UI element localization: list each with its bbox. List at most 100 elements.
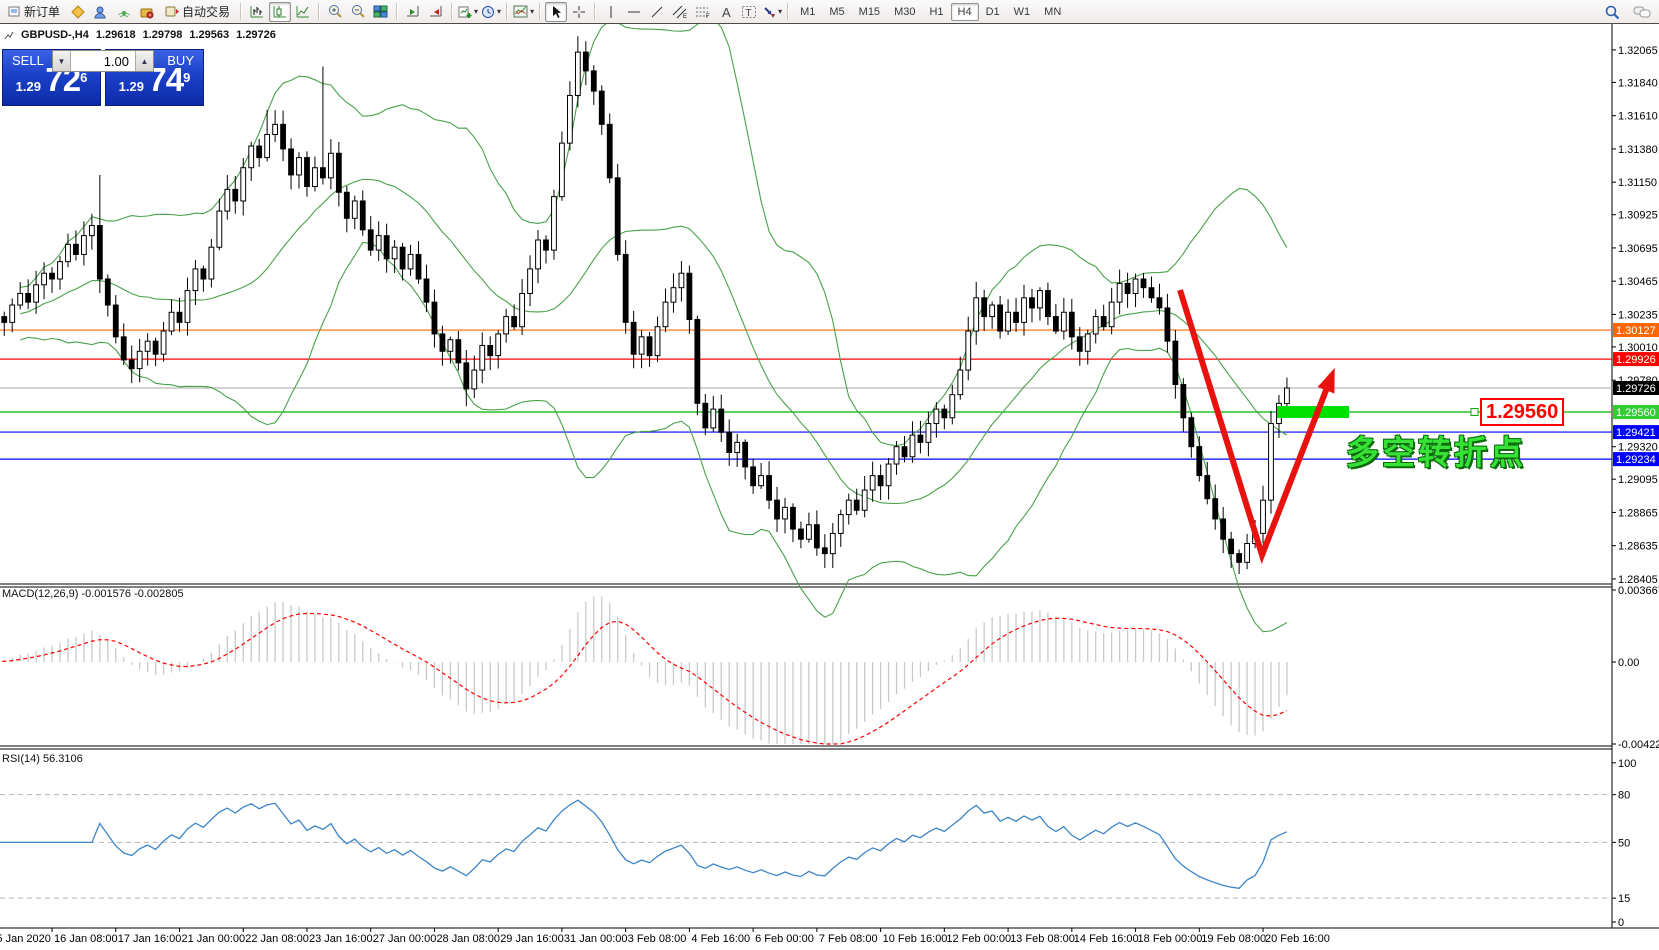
svg-text:A: A	[722, 5, 731, 19]
crosshair-icon	[572, 5, 586, 19]
chart-area[interactable]: 1.320651.318401.316101.313801.311501.309…	[0, 24, 1659, 950]
equidistant-channel-button[interactable]: E	[669, 2, 691, 22]
toolbar-right-group	[1601, 2, 1653, 22]
timeframe-m5[interactable]: M5	[822, 3, 851, 21]
line-chart-icon	[295, 4, 311, 19]
svg-text:13 Feb 08:00: 13 Feb 08:00	[1010, 933, 1075, 945]
zoom-out-icon	[350, 4, 366, 19]
signals-button[interactable]	[113, 2, 135, 22]
indicators-button[interactable]: ▾	[512, 2, 535, 22]
chart-shift-button[interactable]	[425, 2, 447, 22]
chart-ohlc-header: GBPUSD-,H4 1.29618 1.29798 1.29563 1.297…	[4, 29, 276, 41]
toolbar-separator	[594, 3, 596, 20]
svg-text:22 Jan 08:00: 22 Jan 08:00	[245, 933, 309, 945]
volume-increase-button[interactable]: ▲	[135, 51, 153, 71]
vertical-line-button[interactable]	[600, 2, 622, 22]
timeframe-d1[interactable]: D1	[979, 3, 1007, 21]
volume-stepper: ▼ 1.00 ▲	[52, 50, 154, 72]
svg-text:1.29320: 1.29320	[1618, 442, 1658, 454]
new-chart-button[interactable]: ▾	[457, 2, 479, 22]
equidistant-channel-icon: E	[672, 5, 688, 19]
svg-text:100: 100	[1618, 758, 1636, 770]
svg-text:19 Feb 08:00: 19 Feb 08:00	[1201, 933, 1266, 945]
volume-value[interactable]: 1.00	[71, 51, 135, 71]
tile-windows-button[interactable]	[370, 2, 392, 22]
toolbar-separator	[318, 3, 320, 20]
auto-scroll-button[interactable]	[402, 2, 424, 22]
volume-decrease-button[interactable]: ▼	[53, 51, 71, 71]
svg-text:14 Feb 16:00: 14 Feb 16:00	[1074, 933, 1139, 945]
svg-text:0.00: 0.00	[1618, 657, 1639, 669]
svg-text:20 Feb 16:00: 20 Feb 16:00	[1265, 933, 1330, 945]
autotrading-button[interactable]: 自动交易	[159, 2, 236, 22]
indicators-icon	[513, 5, 529, 19]
buy-price-small: 1.29	[119, 79, 144, 94]
svg-text:F: F	[706, 14, 710, 19]
line-chart-button[interactable]	[292, 2, 314, 22]
toolbar-separator	[787, 3, 789, 20]
chat-button[interactable]	[1631, 2, 1653, 22]
svg-text:T: T	[746, 8, 752, 19]
dropdown-caret: ▾	[474, 7, 478, 16]
new-order-button[interactable]: 新订单	[2, 2, 66, 22]
svg-text:23 Jan 16:00: 23 Jan 16:00	[309, 933, 373, 945]
timeframe-m1[interactable]: M1	[793, 3, 822, 21]
zoom-in-button[interactable]	[324, 2, 346, 22]
new-order-label: 新订单	[24, 3, 60, 20]
autotrading-label: 自动交易	[182, 3, 230, 20]
bar-chart-button[interactable]	[246, 2, 268, 22]
timeframe-m30[interactable]: M30	[887, 3, 922, 21]
fibonacci-icon: F	[695, 5, 711, 19]
dropdown-caret: ▾	[497, 7, 501, 16]
autotrading-icon	[165, 5, 179, 18]
svg-text:1.31840: 1.31840	[1618, 77, 1658, 89]
svg-text:1.29095: 1.29095	[1618, 474, 1658, 486]
candlestick-chart-button[interactable]	[269, 2, 291, 22]
mt4-window: 新订单 自动交易	[0, 0, 1659, 950]
svg-text:17 Jan 16:00: 17 Jan 16:00	[118, 933, 182, 945]
text-button[interactable]: A	[715, 2, 737, 22]
svg-text:1.30465: 1.30465	[1618, 276, 1658, 288]
svg-text:7 Feb 08:00: 7 Feb 08:00	[819, 933, 878, 945]
timeframe-h4[interactable]: H4	[951, 3, 979, 21]
toolbar: 新订单 自动交易	[0, 0, 1659, 24]
svg-text:1.31380: 1.31380	[1618, 144, 1658, 156]
price-callout-box[interactable]: 1.29560	[1480, 398, 1564, 426]
new-chart-icon	[458, 5, 473, 19]
search-button[interactable]	[1601, 2, 1623, 22]
horizontal-line-button[interactable]	[623, 2, 645, 22]
cursor-button[interactable]	[545, 2, 567, 22]
close-value: 1.29726	[236, 29, 276, 41]
profiles-button[interactable]: ▾	[480, 2, 502, 22]
svg-text:0.003667: 0.003667	[1618, 585, 1659, 597]
symbol-chart-icon	[4, 31, 14, 40]
svg-text:-0.00422: -0.00422	[1618, 739, 1659, 751]
arrows-button[interactable]: ▾	[761, 2, 783, 22]
low-value: 1.29563	[189, 29, 229, 41]
bar-chart-icon	[249, 4, 265, 19]
favorites-button[interactable]	[67, 2, 89, 22]
fibonacci-button[interactable]: F	[692, 2, 714, 22]
text-label-button[interactable]: T	[738, 2, 760, 22]
text-icon: A	[720, 5, 733, 19]
community-icon	[93, 5, 109, 19]
crosshair-button[interactable]	[568, 2, 590, 22]
timeframe-mn[interactable]: MN	[1037, 3, 1068, 21]
svg-text:28 Jan 08:00: 28 Jan 08:00	[436, 933, 500, 945]
sell-price-sup: 6	[80, 70, 87, 85]
community-button[interactable]	[90, 2, 112, 22]
svg-text:1.31610: 1.31610	[1618, 111, 1658, 123]
svg-text:1.28635: 1.28635	[1618, 541, 1658, 553]
arrows-icon	[762, 5, 777, 19]
trendline-button[interactable]	[646, 2, 668, 22]
svg-text:1.31150: 1.31150	[1618, 177, 1657, 189]
svg-text:1.29560: 1.29560	[1616, 407, 1656, 419]
zoom-out-button[interactable]	[347, 2, 369, 22]
svg-text:1.30127: 1.30127	[1616, 325, 1656, 337]
market-button[interactable]	[136, 2, 158, 22]
timeframe-m15[interactable]: M15	[852, 3, 887, 21]
chart-shift-icon	[428, 4, 444, 19]
timeframe-h1[interactable]: H1	[922, 3, 950, 21]
timeframe-w1[interactable]: W1	[1007, 3, 1038, 21]
toolbar-separator	[396, 3, 398, 20]
